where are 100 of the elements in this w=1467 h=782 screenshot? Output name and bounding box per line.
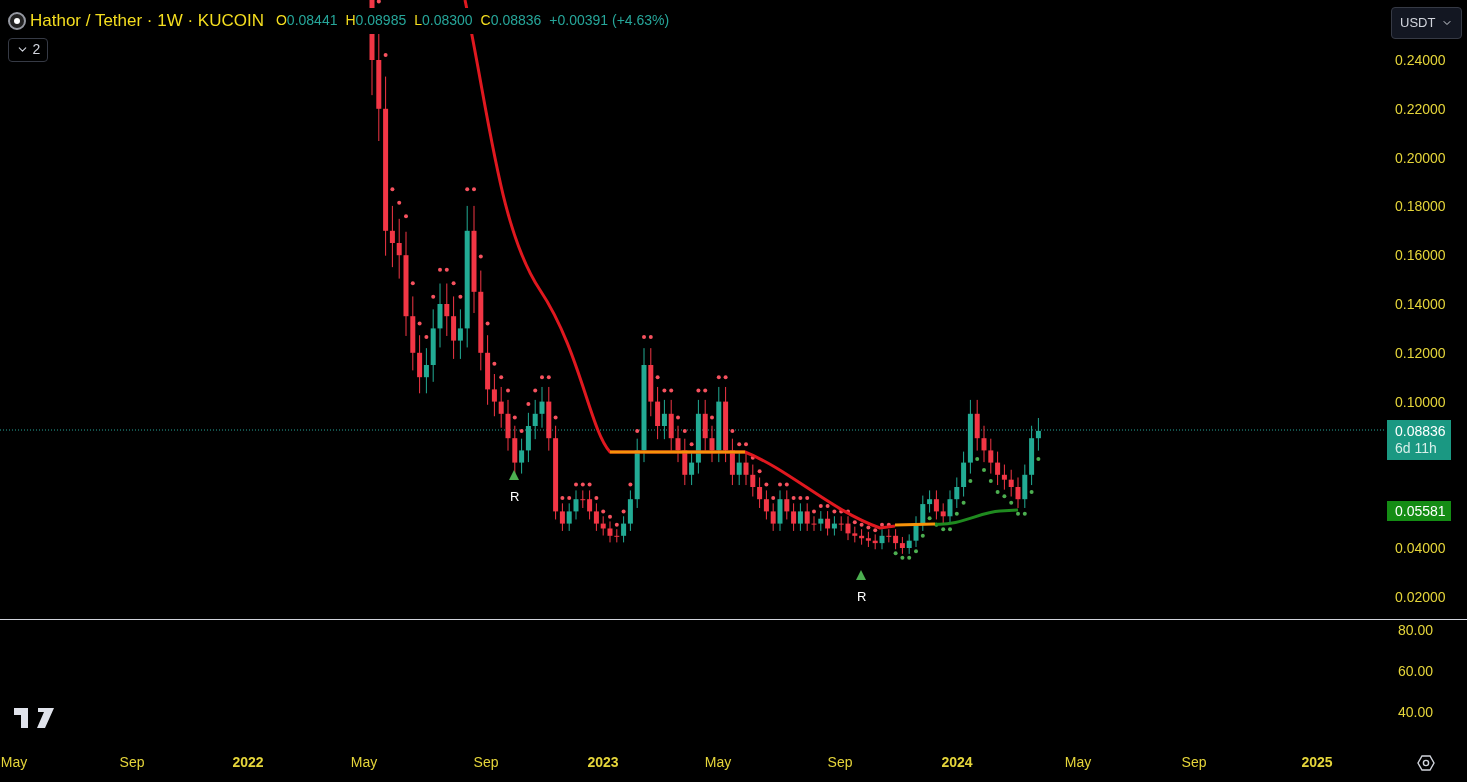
sar-dot [478, 254, 483, 259]
sar-dot [438, 267, 442, 272]
sar-dot [512, 415, 517, 420]
settings-icon[interactable] [1417, 754, 1435, 772]
sar-dot [526, 402, 531, 407]
sar-dot [601, 509, 606, 514]
sar-dot [533, 388, 538, 393]
sar-dot [417, 321, 422, 326]
price-tick: 0.24000 [1395, 53, 1446, 67]
price-tick: 0.02000 [1395, 589, 1446, 604]
sar-dot [682, 428, 687, 433]
sar-dot [744, 442, 748, 447]
sar-dot [982, 467, 986, 472]
sar-dot [866, 525, 871, 530]
price-tick: 0.10000 [1395, 394, 1446, 409]
sar-dot [948, 527, 952, 532]
price-change: +0.00391 (+4.63%) [549, 11, 670, 31]
sar-dot [920, 533, 925, 538]
sar-dot [390, 187, 395, 192]
sar-dot [859, 522, 864, 527]
sar-dot [988, 478, 993, 483]
ohlc-value: 0.08985 [355, 11, 407, 31]
sar-dot [628, 482, 633, 487]
currency-dropdown[interactable]: USDT [1391, 7, 1462, 39]
time-tick: May [1064, 755, 1092, 769]
sar-dot [750, 455, 755, 460]
sar-dot [1036, 456, 1041, 461]
price-tick: 0.20000 [1395, 150, 1446, 165]
sar-dot [614, 522, 619, 527]
sar-dot [458, 294, 463, 299]
price-tick: 0.12000 [1395, 345, 1446, 360]
sar-dot [662, 388, 667, 393]
sar-dot [852, 520, 857, 525]
time-tick: Sep [119, 755, 145, 769]
sar-dot [574, 482, 578, 487]
ohlc-key: O [275, 10, 287, 32]
sar-dot [791, 496, 796, 500]
sar-dot [907, 555, 912, 560]
sar-dot [410, 281, 415, 286]
sar-dot [431, 294, 436, 299]
sar-dot [689, 442, 694, 447]
time-tick: Sep [827, 755, 853, 769]
sar-dot [778, 482, 782, 487]
ohlc-value: 0.08836 [490, 11, 542, 31]
sar-dot [553, 415, 558, 420]
sar-dot [805, 496, 810, 500]
sar-dot [397, 200, 402, 205]
sar-dot [451, 281, 456, 286]
sar-dot [655, 375, 660, 380]
sar-dot [696, 388, 701, 393]
sar-dot [648, 334, 653, 339]
time-tick: 2023 [587, 755, 619, 769]
indicator-tick: 60.00 [1398, 664, 1434, 678]
indicators-toggle-button[interactable]: 2 [8, 37, 48, 62]
sar-dot [941, 527, 946, 532]
sar-dot [519, 428, 524, 433]
time-tick: Sep [1181, 755, 1207, 769]
signal-triangle-icon [509, 470, 519, 480]
candle-countdown: 6d 11h [1395, 440, 1438, 457]
ohlc-key: L [414, 10, 422, 32]
signal-triangle-icon [856, 570, 866, 580]
sar-dot [846, 509, 850, 514]
sar-dot [968, 478, 973, 483]
sar-dot [506, 388, 510, 393]
sar-dot [995, 489, 1000, 494]
sar-dot [642, 334, 646, 339]
sar-dot [900, 555, 905, 560]
indicator-tick: 40.00 [1398, 705, 1434, 719]
sar-dot [465, 187, 470, 192]
ohlc-key: H [345, 10, 356, 32]
sar-dot [927, 516, 932, 521]
sar-dot [404, 214, 408, 219]
sar-dot [975, 456, 980, 461]
sar-dot [771, 496, 776, 500]
sar-dot [757, 469, 762, 474]
sar-dot [1016, 511, 1020, 516]
average-price-tag: 0.05581 [1387, 501, 1451, 521]
sar-dot [812, 509, 816, 514]
sar-dot [444, 267, 449, 272]
sar-dot [567, 496, 572, 500]
sar-dot [825, 504, 830, 509]
sar-dot [954, 511, 959, 516]
sar-dot [873, 528, 878, 533]
last-price: 0.08836 [1395, 423, 1443, 440]
time-tick: 2024 [941, 755, 973, 769]
sar-dot [608, 514, 612, 519]
sar-dot [580, 482, 585, 487]
price-tick: 0.04000 [1395, 541, 1446, 555]
sar-dot [472, 187, 476, 192]
sar-dot [499, 375, 504, 380]
signal-label: R [857, 590, 867, 603]
sar-dot [880, 522, 884, 527]
price-tick: 0.14000 [1395, 297, 1446, 311]
sar-dot [784, 482, 789, 487]
sar-dot [546, 375, 551, 380]
sar-dot [886, 522, 891, 527]
time-tick: Sep [473, 755, 499, 769]
price-tick: 0.18000 [1395, 199, 1446, 214]
ohlc-key: C [480, 10, 491, 32]
symbol-title: Hathor / Tether · 1W · KUCOIN [30, 10, 264, 32]
